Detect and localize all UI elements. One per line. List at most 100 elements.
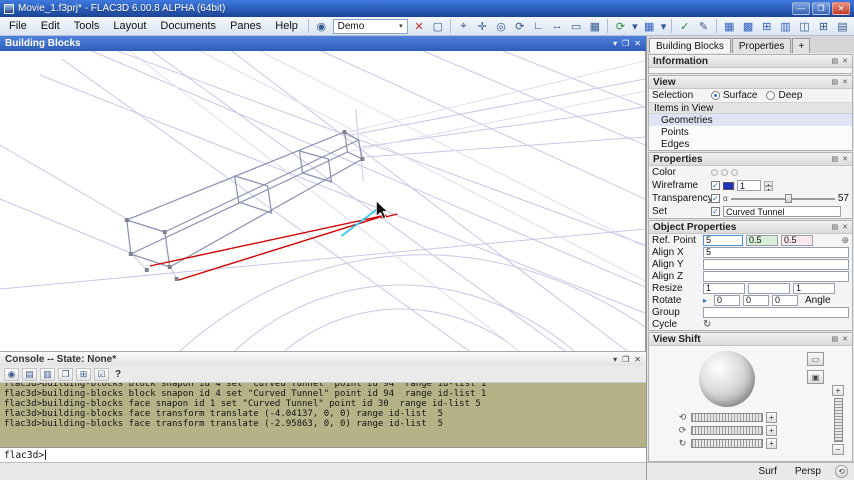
menu-item-documents[interactable]: Documents xyxy=(153,19,223,33)
record-icon[interactable]: ◉ xyxy=(4,367,19,381)
set-name-field[interactable]: Curved Tunnel xyxy=(723,206,841,217)
surface-radio-label[interactable]: Surface xyxy=(723,90,757,101)
color-swatch-1[interactable] xyxy=(711,169,718,176)
rotate-z-field[interactable]: 0 xyxy=(772,294,798,306)
align-y-field[interactable] xyxy=(703,258,849,270)
tab-building-blocks[interactable]: Building Blocks xyxy=(649,38,731,53)
align-x-field[interactable]: 5 xyxy=(703,246,849,258)
pane-menu-icon[interactable]: ▾ xyxy=(613,39,617,48)
snap-view-button[interactable]: ▭ xyxy=(807,352,824,366)
properties-collapse-icon[interactable]: ▤ xyxy=(832,155,839,163)
set-checkbox[interactable]: ✓ xyxy=(711,207,720,216)
tile-windows-icon[interactable]: ⊞ xyxy=(815,18,832,34)
mesh-icon[interactable]: ▦ xyxy=(721,18,738,34)
console-close-icon[interactable]: ✕ xyxy=(634,355,641,364)
rotate-y-slider[interactable] xyxy=(691,426,763,435)
rotate-x-field[interactable]: 0 xyxy=(714,294,740,306)
panel-layout-icon[interactable]: ◫ xyxy=(796,18,813,34)
zoom-out-button[interactable]: − xyxy=(832,444,844,455)
spin-down-icon[interactable]: ▾ xyxy=(764,185,773,192)
slider-handle[interactable] xyxy=(784,194,792,203)
list-item-edges[interactable]: Edges xyxy=(649,138,852,150)
data-icon[interactable]: ▥ xyxy=(777,18,794,34)
copy-icon[interactable]: ❐ xyxy=(58,367,73,381)
information-close-icon[interactable]: ✕ xyxy=(842,57,848,65)
zoom-slider[interactable] xyxy=(834,398,843,442)
rotate-z-slider[interactable] xyxy=(691,439,763,448)
wireframe-color-swatch[interactable] xyxy=(723,181,734,190)
measure-icon[interactable]: ↔ xyxy=(549,18,566,34)
ref-point-y-field[interactable]: 0.5 xyxy=(746,234,778,246)
rotate-y-field[interactable]: 0 xyxy=(743,294,769,306)
rotate-x-plus-button[interactable]: + xyxy=(766,412,777,423)
view-collapse-icon[interactable]: ▤ xyxy=(832,78,839,86)
edit-icon[interactable]: ✎ xyxy=(695,18,712,34)
fit-view-button[interactable]: ▣ xyxy=(807,370,824,384)
cascade-windows-icon[interactable]: ▤ xyxy=(834,18,851,34)
resize-y-field[interactable] xyxy=(748,282,790,294)
axes-icon[interactable]: ∟ xyxy=(530,18,547,34)
cycle-dropdown-icon[interactable]: ▾ xyxy=(631,18,639,34)
save-log-icon[interactable]: ▥ xyxy=(40,367,55,381)
surface-radio[interactable] xyxy=(711,91,720,100)
plot-icon[interactable]: ▦ xyxy=(641,18,658,34)
view-select-dropdown[interactable]: Demo ▾ xyxy=(332,18,408,34)
resize-x-field[interactable]: 1 xyxy=(703,282,745,294)
pane-float-icon[interactable]: ❐ xyxy=(622,39,629,48)
table-export-icon[interactable]: ⊞ xyxy=(76,367,91,381)
persp-toggle-button[interactable]: Persp xyxy=(791,465,825,478)
maximize-button[interactable]: ❐ xyxy=(812,2,830,15)
delete-view-icon[interactable]: ✕ xyxy=(411,18,428,34)
group-field[interactable] xyxy=(703,306,849,318)
transparency-slider[interactable] xyxy=(730,194,835,203)
console-menu-icon[interactable]: ▾ xyxy=(613,355,617,364)
select-icon[interactable]: ⌖ xyxy=(455,18,472,34)
zones-icon[interactable]: ▩ xyxy=(740,18,757,34)
console-float-icon[interactable]: ❐ xyxy=(622,355,629,364)
view-shift-collapse-icon[interactable]: ▤ xyxy=(832,335,839,343)
pane-close-icon[interactable]: ✕ xyxy=(634,39,641,48)
plane-icon[interactable]: ▭ xyxy=(568,18,585,34)
table-icon[interactable]: ⊞ xyxy=(758,18,775,34)
pan-icon[interactable]: ✛ xyxy=(474,18,491,34)
tab-add[interactable]: + xyxy=(792,38,811,53)
cycle-icon[interactable]: ⟳ xyxy=(612,18,629,34)
surf-toggle-button[interactable]: Surf xyxy=(755,465,781,478)
transparency-checkbox[interactable]: ✓ xyxy=(711,194,720,203)
rotate-x-slider[interactable] xyxy=(691,413,763,422)
object-properties-collapse-icon[interactable]: ▤ xyxy=(832,223,839,231)
pick-point-icon[interactable]: ⊕ xyxy=(841,235,849,246)
grid-icon[interactable]: ▦ xyxy=(586,18,603,34)
zoom-in-button[interactable]: + xyxy=(832,385,844,396)
cycle-refresh-icon[interactable]: ↻ xyxy=(703,319,711,330)
menu-item-tools[interactable]: Tools xyxy=(67,19,107,33)
plot-dropdown-icon[interactable]: ▾ xyxy=(660,18,668,34)
menu-item-layout[interactable]: Layout xyxy=(106,19,153,33)
ref-point-x-field[interactable]: 5 xyxy=(703,234,743,246)
menu-item-edit[interactable]: Edit xyxy=(34,19,67,33)
wireframe-checkbox[interactable]: ✓ xyxy=(711,181,720,190)
trackball[interactable] xyxy=(699,351,755,407)
console-output[interactable]: flac3d>building-blocks block snapon id 4… xyxy=(0,383,646,447)
close-button[interactable]: ✕ xyxy=(832,2,850,15)
verify-icon[interactable]: ☑ xyxy=(94,367,109,381)
color-swatch-3[interactable] xyxy=(731,169,738,176)
list-item-geometries[interactable]: Geometries xyxy=(649,114,852,126)
menu-item-panes[interactable]: Panes xyxy=(223,19,268,33)
reset-view-button[interactable]: ⟲ xyxy=(835,465,848,478)
orbit-icon[interactable]: ⟳ xyxy=(511,18,528,34)
wireframe-spinner[interactable]: ▴ ▾ xyxy=(764,180,773,192)
open-log-icon[interactable]: ▤ xyxy=(22,367,37,381)
console-input[interactable]: flac3d> xyxy=(0,447,646,462)
rotate-z-plus-button[interactable]: + xyxy=(766,438,777,449)
deep-radio-label[interactable]: Deep xyxy=(778,90,802,101)
properties-close-icon[interactable]: ✕ xyxy=(842,155,848,163)
view-close-icon[interactable]: ✕ xyxy=(842,78,848,86)
tab-properties[interactable]: Properties xyxy=(731,38,792,53)
deep-radio[interactable] xyxy=(766,91,776,100)
rotate-expander-icon[interactable]: ▸ xyxy=(703,296,711,305)
rotate-y-plus-button[interactable]: + xyxy=(766,425,777,436)
menu-item-help[interactable]: Help xyxy=(268,19,305,33)
minimize-button[interactable]: — xyxy=(792,2,810,15)
viewport-3d[interactable] xyxy=(0,51,646,351)
